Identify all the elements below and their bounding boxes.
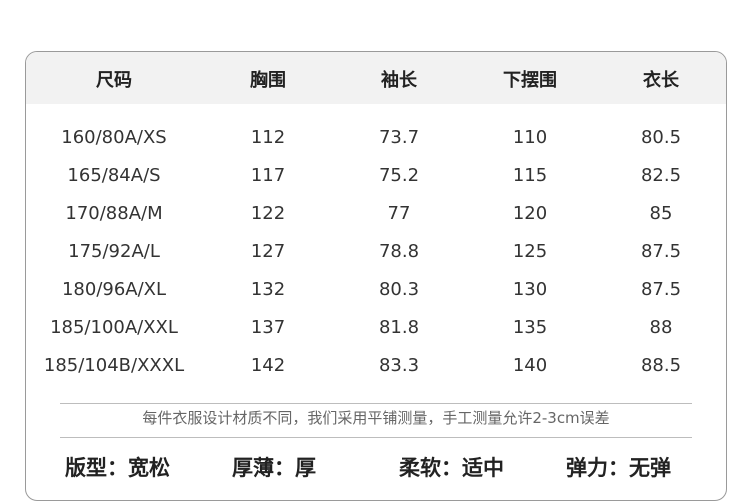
table-cell: 87.5	[640, 241, 682, 262]
table-cell: 170/88A/M	[65, 203, 163, 224]
table-cell: 132	[250, 279, 286, 300]
attribute-elasticity: 弹力：无弹	[566, 456, 671, 480]
table-cell: 112	[250, 127, 286, 148]
header-chest: 胸围	[250, 70, 286, 91]
table-cell: 125	[512, 241, 548, 262]
attribute-fit: 版型：宽松	[65, 456, 170, 480]
table-cell: 87.5	[640, 279, 682, 300]
table-cell: 117	[250, 165, 286, 186]
attribute-softness: 柔软：适中	[399, 456, 504, 480]
table-cell: 185/100A/XXL	[50, 317, 178, 338]
table-cell: 180/96A/XL	[61, 279, 167, 300]
table-cell: 137	[250, 317, 286, 338]
header-hem: 下摆围	[503, 70, 557, 91]
table-cell: 122	[250, 203, 286, 224]
measurement-note: 每件衣服设计材质不同，我们采用平铺测量，手工测量允许2-3cm误差	[142, 409, 610, 427]
table-cell: 73.7	[378, 127, 420, 148]
header-length: 衣长	[643, 70, 679, 91]
table-cell: 80.3	[378, 279, 420, 300]
table-cell: 75.2	[378, 165, 420, 186]
note-top-divider	[60, 403, 692, 404]
table-cell: 175/92A/L	[68, 241, 160, 262]
table-header: 尺码 胸围 袖长 下摆围 衣长	[26, 52, 726, 104]
table-cell: 115	[512, 165, 548, 186]
table-cell: 140	[512, 355, 548, 376]
table-cell: 85	[649, 203, 673, 224]
table-cell: 78.8	[378, 241, 420, 262]
header-sleeve: 袖长	[381, 70, 417, 91]
size-chart-card: 尺码 胸围 袖长 下摆围 衣长 160/80A/XS 112 73.7 110 …	[25, 51, 727, 501]
table-cell: 127	[250, 241, 286, 262]
table-cell: 135	[512, 317, 548, 338]
table-cell: 83.3	[378, 355, 420, 376]
table-cell: 80.5	[640, 127, 682, 148]
table-cell: 130	[512, 279, 548, 300]
attribute-thickness: 厚薄：厚	[232, 456, 316, 480]
table-cell: 142	[250, 355, 286, 376]
header-size: 尺码	[96, 70, 132, 91]
table-cell: 160/80A/XS	[61, 127, 167, 148]
table-cell: 77	[387, 203, 411, 224]
table-cell: 110	[512, 127, 548, 148]
table-cell: 120	[512, 203, 548, 224]
table-cell: 82.5	[640, 165, 682, 186]
note-bottom-divider	[60, 437, 692, 438]
table-cell: 165/84A/S	[67, 165, 161, 186]
table-cell: 88	[649, 317, 673, 338]
table-cell: 185/104B/XXXL	[43, 355, 185, 376]
table-cell: 88.5	[640, 355, 682, 376]
table-cell: 81.8	[378, 317, 420, 338]
